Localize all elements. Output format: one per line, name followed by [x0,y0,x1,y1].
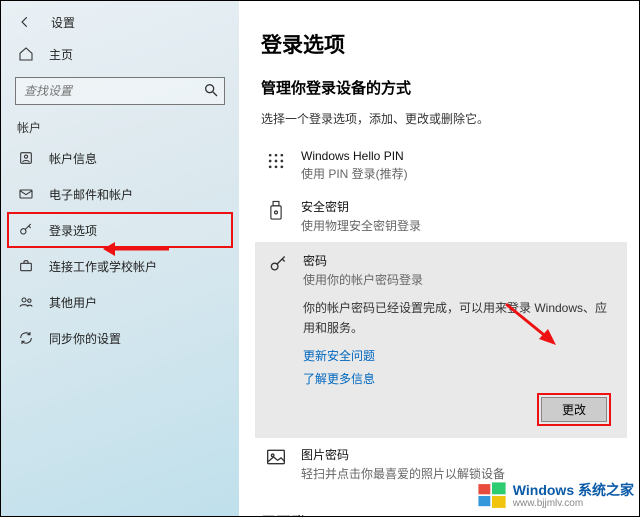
home-label: 主页 [49,46,73,63]
sidebar-item-sync[interactable]: 同步你的设置 [1,320,239,356]
option-desc: 使用物理安全密钥登录 [301,217,421,234]
update-security-questions-link[interactable]: 更新安全问题 [303,347,615,364]
option-title: 图片密码 [301,446,505,463]
sidebar-item-account-info[interactable]: 帐户信息 [1,140,239,176]
manage-hint: 选择一个登录选项，添加、更改或删除它。 [261,110,621,127]
home-nav[interactable]: 主页 [1,37,239,71]
keypad-icon [265,149,287,182]
person-icon [17,150,35,166]
watermark-url: www.bjjmlv.com [513,498,634,510]
settings-title: 设置 [51,14,75,31]
option-pin[interactable]: Windows Hello PIN 使用 PIN 登录(推荐) [261,141,621,190]
option-title: 密码 [303,252,423,269]
option-security-key[interactable]: 安全密钥 使用物理安全密钥登录 [261,190,621,242]
search-input[interactable] [15,77,225,105]
password-body: 你的帐户密码已经设置完成，可以用来登录 Windows、应用和服务。 [303,298,615,339]
option-desc: 使用 PIN 登录(推荐) [301,165,408,182]
manage-heading: 管理你登录设备的方式 [261,77,621,98]
option-password[interactable]: 密码 使用你的帐户密码登录 你的帐户密码已经设置完成，可以用来登录 Window… [255,242,627,438]
people-icon [17,294,35,310]
watermark: Windows 系统之家 www.bjjmlv.com [475,479,634,513]
sidebar-item-label: 同步你的设置 [49,330,121,347]
picture-icon [265,446,287,482]
change-button[interactable]: 更改 [537,393,611,426]
home-icon [17,46,35,62]
key-icon [267,252,289,288]
sync-icon [17,330,35,346]
mail-icon [17,186,35,202]
sidebar-item-label: 帐户信息 [49,150,97,167]
usb-key-icon [265,198,287,234]
sidebar-item-label: 连接工作或学校帐户 [49,258,157,275]
learn-more-link[interactable]: 了解更多信息 [303,370,615,387]
option-desc: 使用你的帐户密码登录 [303,271,423,288]
sidebar-section-label: 帐户 [1,115,239,140]
search-icon[interactable] [203,82,219,98]
watermark-title: Windows 系统之家 [513,482,634,499]
key-icon [17,222,35,238]
option-title: 安全密钥 [301,198,421,215]
sidebar-item-email[interactable]: 电子邮件和帐户 [1,176,239,212]
sidebar-item-other-users[interactable]: 其他用户 [1,284,239,320]
option-title: Windows Hello PIN [301,149,408,163]
sidebar-item-label: 其他用户 [49,294,97,311]
annotation-arrow-icon [101,239,171,259]
annotation-arrow-icon [501,299,561,349]
sidebar-item-label: 登录选项 [49,222,97,239]
page-title: 登录选项 [261,29,621,59]
sidebar-item-label: 电子邮件和帐户 [49,186,133,203]
back-icon[interactable] [17,15,33,29]
windows-logo-icon [475,479,509,513]
briefcase-icon [17,258,35,274]
